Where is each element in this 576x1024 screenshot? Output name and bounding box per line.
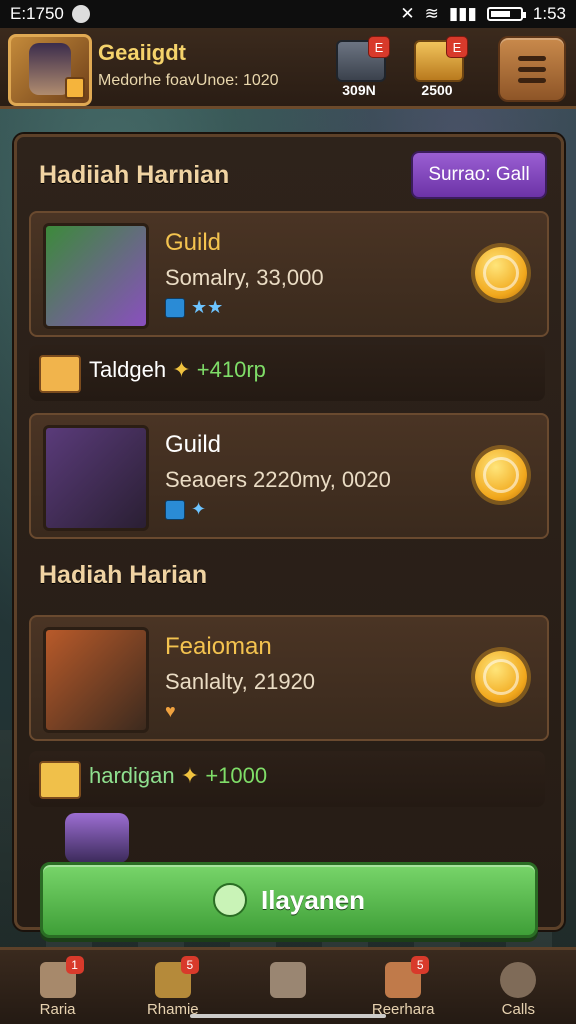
notification-icon xyxy=(71,5,90,23)
nav-gift[interactable]: 5 Reerhara xyxy=(353,950,453,1024)
strip-label: hardigan ✦ +1000 xyxy=(89,763,268,788)
status-time-left: E:1750 xyxy=(10,4,64,23)
level-badge xyxy=(65,77,85,99)
nav-calls[interactable]: Calls xyxy=(468,950,568,1024)
heart-icon: ♥ xyxy=(165,701,176,721)
wifi-icon: ≋ xyxy=(424,4,439,23)
clock-icon xyxy=(500,962,537,998)
nav-home[interactable]: 1 Raria xyxy=(8,950,108,1024)
resource-chest[interactable]: E 309N xyxy=(326,34,392,98)
crate-icon xyxy=(39,355,81,393)
claim-sun-icon[interactable] xyxy=(475,247,527,299)
nav-badge: 1 xyxy=(65,956,84,974)
season-button[interactable]: Surrao: Gall xyxy=(411,151,547,199)
menu-button[interactable] xyxy=(498,36,566,102)
card-title: Guild xyxy=(165,431,222,458)
hero-portrait xyxy=(43,425,149,531)
card-subtitle: Somalry, 33,000 xyxy=(165,265,324,290)
status-time-right: 1:53 xyxy=(532,4,566,23)
rank-icon xyxy=(165,499,185,520)
nav-document[interactable] xyxy=(238,950,338,1024)
hero-peek xyxy=(65,813,129,863)
signal-icon: ▮▮▮ xyxy=(448,4,477,23)
card-subtitle: Seaoers 2220my, 0020 xyxy=(165,467,391,492)
document-icon xyxy=(269,962,306,998)
nav-badge: 5 xyxy=(411,956,430,974)
claim-sun-icon[interactable] xyxy=(475,449,527,501)
nav-badge: 5 xyxy=(180,956,199,974)
reward-strip: hardigan ✦ +1000 xyxy=(29,751,545,807)
card-icons: ✦ xyxy=(165,499,206,520)
rank-icon xyxy=(165,297,185,318)
nav-label: Raria xyxy=(39,1001,76,1018)
card-icons: ★★ xyxy=(165,297,223,318)
leaf-icon xyxy=(212,883,247,917)
primary-action-button[interactable]: Ilayanen xyxy=(40,862,538,938)
resource-value: 309N xyxy=(342,82,376,98)
status-bar: E:1750 ✕ ≋ ▮▮▮ 1:53 xyxy=(0,0,576,28)
top-header: Geaiigdt Medorhe foavUnoe: 1020 E 309N E… xyxy=(0,28,576,109)
reward-strip: Taldgeh ✦ +410rp xyxy=(29,345,545,401)
player-subtitle: Medorhe foavUnoe: 1020 xyxy=(98,72,279,89)
strip-label: Taldgeh ✦ +410rp xyxy=(89,357,266,382)
bottom-nav: 1 Raria 5 Rhamie 5 Reerhara Calls xyxy=(0,947,576,1024)
resource-gold[interactable]: E 2500 xyxy=(404,34,470,98)
rewards-panel: Hadiiah Harnian Surrao: Gall Guild Somal… xyxy=(14,134,564,930)
reward-card[interactable]: Guild Seaoers 2220my, 0020 ✦ xyxy=(29,413,549,539)
nav-star[interactable]: 5 Rhamie xyxy=(123,950,223,1024)
hero-portrait xyxy=(43,627,149,733)
card-subtitle: Sanlalty, 21920 xyxy=(165,669,316,694)
player-avatar[interactable] xyxy=(8,34,92,106)
resource-badge: E xyxy=(446,36,468,58)
section-title-daily: Hadiiah Harnian xyxy=(39,161,230,189)
reward-card[interactable]: Guild Somalry, 33,000 ★★ xyxy=(29,211,549,337)
reward-card[interactable]: Feaioman Sanlalty, 21920 ♥ xyxy=(29,615,549,741)
card-icons: ♥ xyxy=(165,701,176,722)
player-name: Geaiigdt xyxy=(98,40,187,65)
hero-portrait xyxy=(43,223,149,329)
mute-icon: ✕ xyxy=(400,4,415,23)
nav-label: Calls xyxy=(501,1001,536,1018)
section-title-daily-2: Hadiah Harian xyxy=(39,561,208,589)
ingot-icon xyxy=(39,761,81,799)
primary-action-label: Ilayanen xyxy=(260,884,366,915)
resource-value: 2500 xyxy=(421,82,453,98)
claim-sun-icon[interactable] xyxy=(475,651,527,703)
menu-icon xyxy=(518,56,546,83)
card-title: Feaioman xyxy=(165,633,272,660)
home-indicator xyxy=(190,1014,386,1018)
resource-badge: E xyxy=(368,36,390,58)
battery-icon xyxy=(486,7,526,21)
sparkle-icon: ✦ xyxy=(191,499,207,519)
star-icon: ★★ xyxy=(191,297,224,317)
card-title: Guild xyxy=(165,229,222,256)
